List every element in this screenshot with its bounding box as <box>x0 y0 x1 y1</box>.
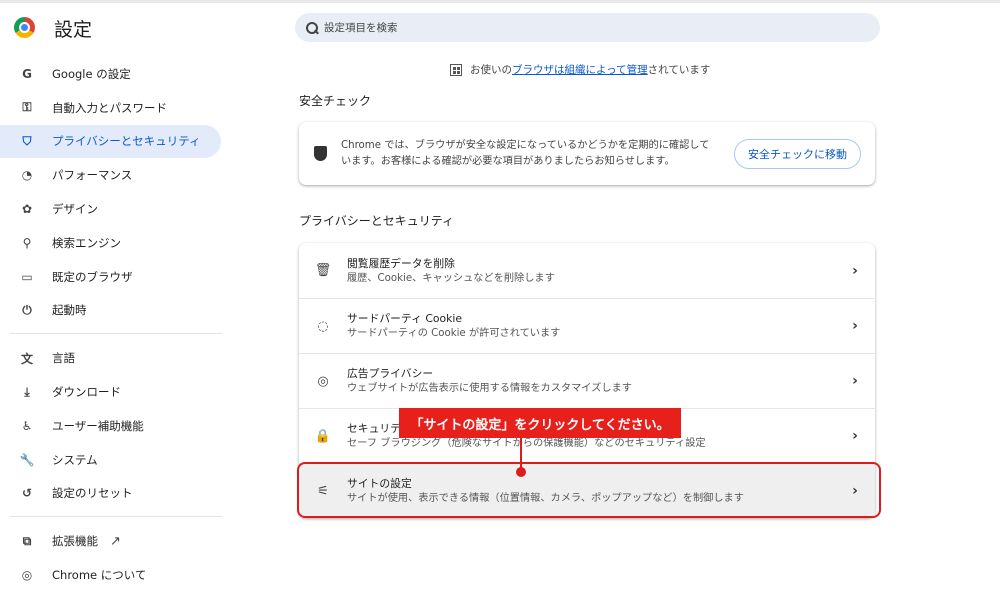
managed-notice: お使いの ブラウザは組織によって管理 されています <box>450 62 710 77</box>
sidebar-item-label: パフォーマンス <box>52 168 133 183</box>
chrome-logo-icon <box>14 17 35 38</box>
row-subtitle: サードパーティの Cookie が許可されています <box>347 328 561 339</box>
download-icon: ⤓ <box>24 384 30 399</box>
reset-icon: ↺ <box>21 486 33 501</box>
sidebar-item-accessibility[interactable]: ♿ ユーザー補助機能 <box>0 409 221 443</box>
row-subtitle: セーフ ブラウジング（危険なサイトからの保護機能）などのセキュリティ設定 <box>347 438 706 449</box>
safety-check-button[interactable]: 安全チェックに移動 <box>734 139 861 169</box>
sidebar-item-label: ダウンロード <box>52 385 121 400</box>
sidebar-item-label: 自動入力とパスワード <box>52 100 167 115</box>
cookie-icon: ◌ <box>317 318 329 334</box>
sidebar-divider <box>10 333 222 335</box>
search-input[interactable] <box>324 21 844 34</box>
chevron-right-icon: › <box>852 318 858 334</box>
accessibility-icon: ♿ <box>21 418 33 433</box>
sidebar-item-search-engine[interactable]: ⚲ 検索エンジン <box>0 226 221 260</box>
sidebar-item-downloads[interactable]: ⤓ ダウンロード <box>0 375 221 409</box>
row-title: 広告プライバシー <box>347 367 434 380</box>
sidebar-item-label: 言語 <box>52 351 75 366</box>
sidebar-item-performance[interactable]: ◔ パフォーマンス <box>0 158 221 192</box>
sidebar-item-label: ユーザー補助機能 <box>52 418 144 433</box>
sidebar-item-label: 検索エンジン <box>52 235 121 250</box>
wrench-icon: 🔧 <box>19 452 35 467</box>
sidebar-item-extensions[interactable]: ⧉ 拡張機能 ↗ <box>0 524 221 558</box>
sidebar: G Google の設定 ⚿ 自動入力とパスワード ⛉ プライバシーとセキュリテ… <box>0 57 225 592</box>
ad-privacy-icon: ◎ <box>317 373 329 389</box>
extension-puzzle-icon: ⧉ <box>22 533 32 548</box>
page-title: 設定 <box>54 19 93 41</box>
highlight-box <box>297 462 881 518</box>
row-title: 閲覧履歴データを削除 <box>347 256 455 270</box>
row-ad-privacy[interactable]: ◎ 広告プライバシー ウェブサイトが広告表示に使用する情報をカスタマイズします … <box>299 353 875 408</box>
sidebar-item-label: 設定のリセット <box>52 486 133 501</box>
sidebar-divider <box>10 516 222 518</box>
chevron-right-icon: › <box>852 373 858 389</box>
sidebar-item-label: デザイン <box>52 202 98 217</box>
translate-icon: 文 <box>20 351 33 366</box>
external-link-icon: ↗ <box>110 533 121 549</box>
top-border <box>0 0 1000 3</box>
chrome-icon: ◎ <box>21 568 33 583</box>
sidebar-item-label: プライバシーとセキュリティ <box>52 134 201 149</box>
chevron-right-icon: › <box>852 428 858 444</box>
sidebar-item-appearance[interactable]: ✿ デザイン <box>0 192 221 226</box>
sidebar-item-label: Google の設定 <box>52 66 131 81</box>
trash-icon: 🗑 <box>314 263 332 278</box>
sidebar-item-system[interactable]: 🔧 システム <box>0 443 221 477</box>
sidebar-item-label: 起動時 <box>52 303 87 318</box>
safety-check-text: Chrome では、ブラウザが安全な設定になっているかどうかを定期的に確認してい… <box>341 139 710 167</box>
instruction-callout: 「サイトの設定」をクリックしてください。 <box>399 408 681 438</box>
sidebar-item-reset[interactable]: ↺ 設定のリセット <box>0 477 221 511</box>
lock-icon: 🔒 <box>314 428 332 444</box>
sidebar-item-about-chrome[interactable]: ◎ Chrome について <box>0 558 221 592</box>
building-icon <box>450 63 462 76</box>
search-box[interactable] <box>295 13 880 42</box>
chevron-right-icon: › <box>852 262 858 279</box>
callout-dot <box>516 467 526 477</box>
power-icon: ⏻ <box>22 302 32 317</box>
row-clear-browsing-data[interactable]: 🗑 閲覧履歴データを削除 履歴、Cookie、キャッシュなどを削除します › <box>299 243 875 298</box>
shield-icon <box>314 146 327 161</box>
search-icon <box>306 21 318 34</box>
sidebar-item-privacy[interactable]: ⛉ プライバシーとセキュリティ <box>0 124 221 159</box>
sidebar-item-label: 既定のブラウザ <box>52 269 133 284</box>
managed-prefix: お使いの <box>470 64 512 76</box>
safety-check-card: Chrome では、ブラウザが安全な設定になっているかどうかを定期的に確認してい… <box>299 122 875 185</box>
safety-check-heading: 安全チェック <box>299 94 372 108</box>
palette-icon: ✿ <box>21 202 33 217</box>
sidebar-item-label: 拡張機能 <box>52 534 98 549</box>
gauge-icon: ◔ <box>21 168 33 183</box>
sidebar-item-on-startup[interactable]: ⏻ 起動時 <box>0 294 221 328</box>
sidebar-item-label: システム <box>52 452 98 467</box>
row-subtitle: ウェブサイトが広告表示に使用する情報をカスタマイズします <box>347 383 632 394</box>
key-icon: ⚿ <box>22 100 32 115</box>
shield-icon: ⛉ <box>22 133 32 148</box>
row-subtitle: 履歴、Cookie、キャッシュなどを削除します <box>347 272 555 284</box>
sidebar-item-google[interactable]: G Google の設定 <box>0 57 221 91</box>
google-icon: G <box>22 66 32 81</box>
browser-window-icon: ▭ <box>21 269 33 284</box>
privacy-heading: プライバシーとセキュリティ <box>299 214 455 228</box>
sidebar-item-autofill[interactable]: ⚿ 自動入力とパスワード <box>0 91 221 125</box>
sidebar-item-default-browser[interactable]: ▭ 既定のブラウザ <box>0 260 221 294</box>
sidebar-item-label: Chrome について <box>52 568 147 583</box>
row-third-party-cookies[interactable]: ◌ サードパーティ Cookie サードパーティの Cookie が許可されてい… <box>299 298 875 353</box>
row-title: サードパーティ Cookie <box>347 312 463 325</box>
search-icon: ⚲ <box>22 235 32 250</box>
sidebar-item-languages[interactable]: 文 言語 <box>0 341 221 375</box>
managed-suffix: されています <box>647 64 711 76</box>
managed-link[interactable]: ブラウザは組織によって管理 <box>512 62 648 77</box>
